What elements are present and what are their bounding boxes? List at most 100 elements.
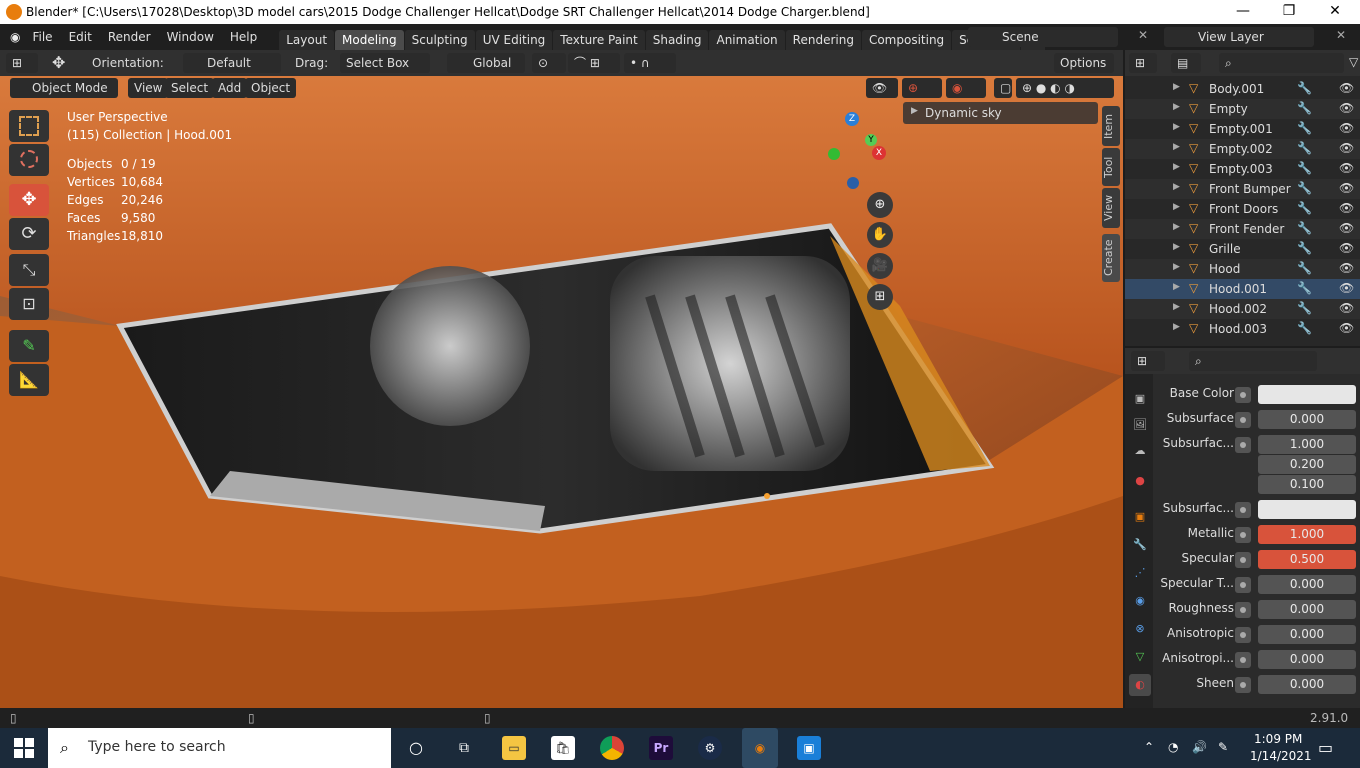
navigation-gizmo[interactable]: Z Y X (820, 112, 890, 192)
expand-arrow-icon[interactable]: ▶ (1173, 302, 1180, 312)
outliner-item[interactable]: ▶ ▽ Empty 🔧 👁 (1125, 99, 1360, 119)
menu-file[interactable]: File (24, 24, 60, 50)
filter-icon[interactable]: ▽ (1349, 55, 1358, 69)
outliner-item-label[interactable]: Front Fender (1209, 222, 1284, 236)
gizmo-x-axis[interactable]: X (872, 146, 886, 160)
view-layer-close-icon[interactable]: ✕ (1336, 28, 1346, 42)
visibility-eye-icon[interactable]: 👁 (1339, 121, 1354, 135)
visibility-eye-icon[interactable]: 👁 (1339, 81, 1354, 95)
property-value-field[interactable]: 0.100 (1258, 475, 1356, 494)
expand-arrow-icon[interactable]: ▶ (1173, 262, 1180, 272)
tab-item[interactable]: Item (1102, 106, 1120, 146)
gizmo-y-axis[interactable]: Y (865, 134, 877, 146)
store-icon[interactable]: 🛍 (551, 736, 575, 760)
tab-sculpting[interactable]: Sculpting (404, 30, 475, 50)
shading-modes[interactable]: ⊕ ● ◐ ◑ (1016, 78, 1114, 98)
outliner-item-label[interactable]: Empty.001 (1209, 122, 1273, 136)
properties-editor-type[interactable]: ⊞ (1131, 351, 1165, 371)
clock-time[interactable]: 1:09 PM (1254, 732, 1302, 746)
property-value-field[interactable]: 0.000 (1258, 600, 1356, 619)
transform-orientation-dropdown[interactable]: Global (447, 53, 525, 73)
tab-create[interactable]: Create (1102, 234, 1120, 282)
property-value-field[interactable] (1258, 500, 1356, 519)
expand-arrow-icon[interactable]: ▶ (1173, 82, 1180, 92)
outliner-item[interactable]: ▶ ▽ Empty.003 🔧 👁 (1125, 159, 1360, 179)
visibility-dropdown[interactable]: 👁 (866, 78, 898, 98)
particles-tab-icon[interactable]: ⋰ (1129, 562, 1151, 584)
menu-render[interactable]: Render (100, 24, 159, 50)
measure-tool[interactable]: 📐 (9, 364, 49, 396)
volume-icon[interactable]: 🔊 (1192, 740, 1207, 754)
menu-add[interactable]: Add (212, 78, 248, 98)
outliner-display-mode[interactable]: ▤ (1171, 53, 1201, 73)
premiere-icon[interactable]: Pr (649, 736, 673, 760)
property-value-field[interactable]: 0.000 (1258, 650, 1356, 669)
blender-menu-icon[interactable]: ◉ (10, 30, 20, 44)
outliner-item[interactable]: ▶ ▽ Empty.002 🔧 👁 (1125, 139, 1360, 159)
tab-tool[interactable]: Tool (1102, 148, 1120, 186)
visibility-eye-icon[interactable]: 👁 (1339, 221, 1354, 235)
zoom-icon[interactable]: ⊕ (867, 192, 893, 218)
socket-icon[interactable] (1235, 602, 1251, 618)
modifier-tab-icon[interactable]: 🔧 (1129, 534, 1151, 556)
visibility-eye-icon[interactable]: 👁 (1339, 141, 1354, 155)
task-view-icon[interactable]: ⧉ (452, 736, 476, 760)
visibility-eye-icon[interactable]: 👁 (1339, 241, 1354, 255)
scale-tool[interactable]: ⤡ (9, 254, 49, 286)
proportional-edit-toggle[interactable]: • ∩ (624, 53, 676, 73)
mode-dropdown[interactable]: Object Mode (10, 78, 118, 98)
chrome-icon[interactable] (600, 736, 624, 760)
expand-arrow-icon[interactable]: ▶ (1173, 122, 1180, 132)
view-layer-tab-icon[interactable]: ☁ (1129, 440, 1151, 462)
socket-icon[interactable] (1235, 527, 1251, 543)
outliner-search-input[interactable]: ⌕ (1219, 53, 1344, 73)
gizmo-z-axis[interactable]: Z (845, 112, 859, 126)
expand-arrow-icon[interactable]: ▶ (1173, 102, 1180, 112)
outliner-item[interactable]: ▶ ▽ Front Fender 🔧 👁 (1125, 219, 1360, 239)
physics-tab-icon[interactable]: ◉ (1129, 590, 1151, 612)
visibility-eye-icon[interactable]: 👁 (1339, 181, 1354, 195)
gizmo-neg-y-axis[interactable] (828, 148, 840, 160)
expand-arrow-icon[interactable]: ▶ (1173, 142, 1180, 152)
orientation-dropdown[interactable]: Default (183, 53, 281, 73)
minimize-icon[interactable]: — (1220, 0, 1266, 24)
outliner-item-label[interactable]: Grille (1209, 242, 1241, 256)
outliner-item[interactable]: ▶ ▽ Grille 🔧 👁 (1125, 239, 1360, 259)
pen-icon[interactable]: ✎ (1218, 740, 1228, 754)
3d-viewport[interactable]: Object Mode View Select Add Object 👁 ⊕ ◉… (0, 76, 1123, 708)
rotate-tool[interactable]: ⟳ (9, 218, 49, 250)
data-tab-icon[interactable]: ▽ (1129, 646, 1151, 668)
socket-icon[interactable] (1235, 577, 1251, 593)
outliner-item-label[interactable]: Front Bumper (1209, 182, 1291, 196)
object-tab-icon[interactable]: ▣ (1129, 506, 1151, 528)
gizmo-toggle[interactable]: ⊕ (902, 78, 942, 98)
editor-type-button[interactable]: ⊞ (6, 53, 38, 73)
tab-animation[interactable]: Animation (709, 30, 785, 50)
expand-arrow-icon[interactable]: ▶ (1173, 242, 1180, 252)
tab-texture-paint[interactable]: Texture Paint (553, 30, 645, 50)
visibility-eye-icon[interactable]: 👁 (1339, 321, 1354, 335)
property-value-field[interactable]: 0.200 (1258, 455, 1356, 474)
outliner-item-label[interactable]: Empty.003 (1209, 162, 1273, 176)
steam-icon[interactable]: ⚙ (698, 736, 722, 760)
visibility-eye-icon[interactable]: 👁 (1339, 161, 1354, 175)
world-tab-icon[interactable]: ● (1129, 470, 1151, 492)
expand-arrow-icon[interactable]: ▶ (1173, 222, 1180, 232)
property-value-field[interactable]: 1.000 (1258, 525, 1356, 544)
tab-layout[interactable]: Layout (279, 30, 335, 50)
outliner-item-label[interactable]: Hood (1209, 262, 1240, 276)
menu-edit[interactable]: Edit (61, 24, 100, 50)
outliner-item-label[interactable]: Front Doors (1209, 202, 1278, 216)
tab-modeling[interactable]: Modeling (335, 30, 404, 50)
outliner-item-label[interactable]: Body.001 (1209, 82, 1264, 96)
outliner-item-label[interactable]: Hood.001 (1209, 282, 1267, 296)
outliner-item[interactable]: ▶ ▽ Empty.001 🔧 👁 (1125, 119, 1360, 139)
property-value-field[interactable] (1258, 385, 1356, 404)
outliner-item-label[interactable]: Hood.002 (1209, 302, 1267, 316)
outliner-item[interactable]: ▶ ▽ Front Doors 🔧 👁 (1125, 199, 1360, 219)
outliner-item-label[interactable]: Hood.003 (1209, 322, 1267, 336)
menu-object[interactable]: Object (245, 78, 297, 98)
socket-icon[interactable] (1235, 387, 1251, 403)
menu-help[interactable]: Help (222, 24, 265, 50)
expand-arrow-icon[interactable]: ▶ (1173, 162, 1180, 172)
